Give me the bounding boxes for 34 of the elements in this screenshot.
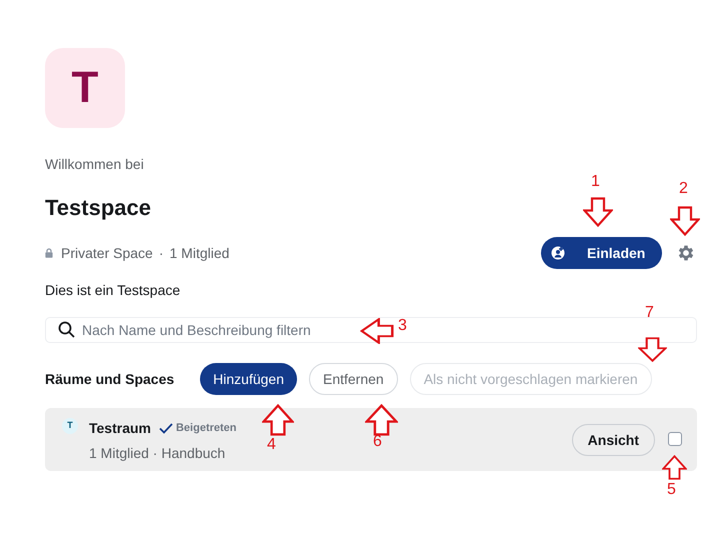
user-add-icon bbox=[551, 246, 565, 260]
invite-button[interactable]: Einladen bbox=[541, 237, 662, 269]
room-name: Testraum bbox=[89, 419, 151, 438]
description-text: Dies ist ein Testspace bbox=[45, 281, 182, 300]
annotation-arrow bbox=[662, 455, 687, 480]
annotation-number: 4 bbox=[267, 437, 276, 453]
lock-icon bbox=[45, 248, 53, 258]
separator-text: · bbox=[158, 244, 164, 262]
visibility-text: Privater Space bbox=[61, 244, 153, 263]
section-title: Räume und Spaces bbox=[45, 370, 174, 389]
annotation-number: 2 bbox=[679, 181, 688, 197]
room-details: 1 Mitglied · Handbuch bbox=[89, 444, 226, 463]
welcome-text: Willkommen bei bbox=[45, 155, 145, 174]
annotation-number: 5 bbox=[667, 482, 676, 498]
settings-icon bbox=[676, 243, 696, 263]
space-avatar: T bbox=[45, 48, 125, 128]
annotation-arrow bbox=[365, 404, 398, 436]
annotation-arrow bbox=[583, 197, 613, 227]
annotation-number: 3 bbox=[398, 318, 407, 334]
action-button[interactable]: Entfernen bbox=[308, 363, 398, 395]
room-checkbox[interactable] bbox=[668, 432, 682, 446]
search-icon bbox=[58, 321, 75, 338]
annotation-arrow bbox=[262, 404, 294, 436]
annotation-arrow bbox=[638, 337, 667, 362]
action-button[interactable]: Hinzufügen bbox=[200, 363, 297, 395]
annotation-number: 6 bbox=[373, 434, 382, 450]
room-avatar: T bbox=[62, 418, 78, 434]
joined-label: Beigetreten bbox=[176, 421, 237, 436]
member-count: 1 Mitglied bbox=[170, 244, 230, 263]
annotation-arrow bbox=[670, 206, 700, 236]
annotation-number: 1 bbox=[591, 174, 600, 190]
space-title: Testspace bbox=[45, 194, 151, 222]
view-button[interactable]: Ansicht bbox=[572, 424, 655, 456]
annotation-arrow bbox=[360, 318, 394, 344]
